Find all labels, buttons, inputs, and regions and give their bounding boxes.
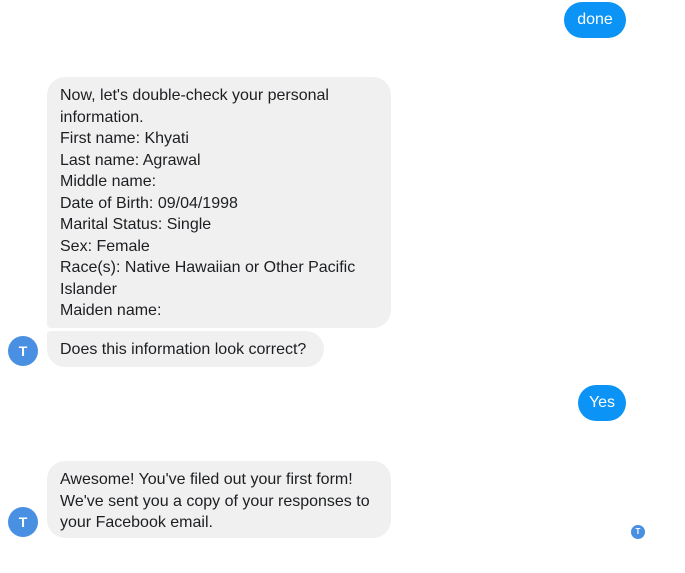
sent-message-yes[interactable]: Yes [578,385,626,421]
read-receipt-avatar: T [631,525,645,539]
bot-avatar[interactable]: T [8,507,38,537]
sent-message-done[interactable]: done [564,2,626,38]
received-message-final[interactable]: Awesome! You've filed out your first for… [47,461,391,538]
received-message-confirm-info[interactable]: Now, let's double-check your personal in… [47,77,391,328]
bot-avatar[interactable]: T [8,336,38,366]
received-message-question[interactable]: Does this information look correct? [47,331,324,367]
